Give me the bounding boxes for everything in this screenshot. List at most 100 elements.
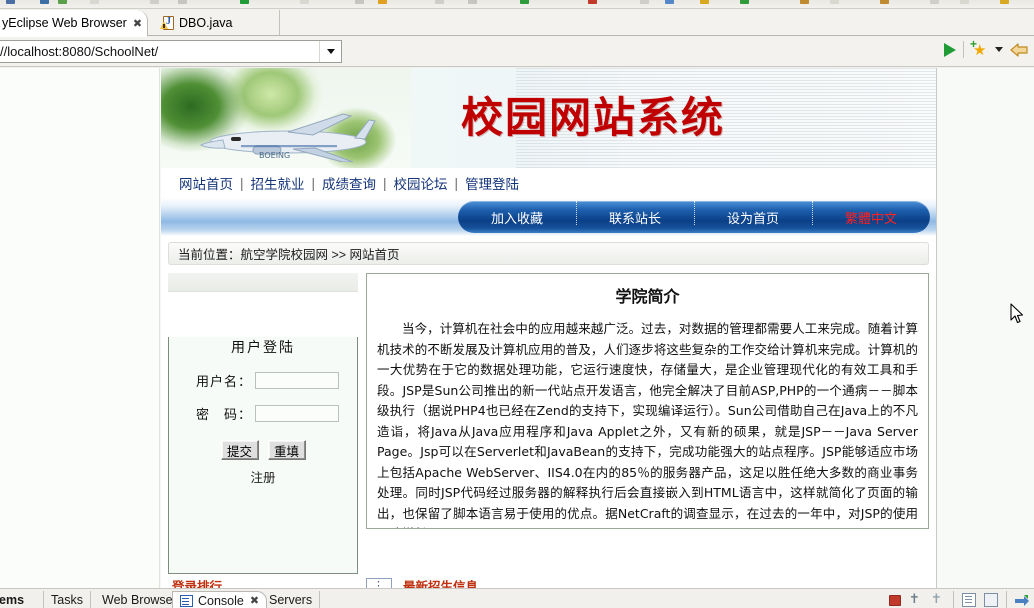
toolbar-icon[interactable] xyxy=(960,0,969,4)
toolbar-icon[interactable] xyxy=(90,0,99,4)
toolbar-icon[interactable] xyxy=(665,0,674,4)
register-link[interactable]: 注册 xyxy=(169,467,357,486)
divider xyxy=(953,591,954,608)
remove-all-terminated-icon[interactable]: ✝ xyxy=(931,592,945,607)
nav-item-home[interactable]: 网站首页 xyxy=(179,173,233,193)
console-toolbar: ✝ ✝ xyxy=(889,591,1030,608)
tab-web-browser[interactable]: yEclipse Web Browser ✖ xyxy=(0,10,148,37)
login-title: 用户登陆 xyxy=(231,340,295,356)
toolbar-icon[interactable] xyxy=(58,0,67,4)
toolbar-icon[interactable] xyxy=(468,0,477,4)
toolbar-icon[interactable] xyxy=(40,0,49,4)
toolbar-icon[interactable] xyxy=(6,0,15,4)
address-bar-actions: ★ + xyxy=(944,38,1028,58)
lower-sections: 登录排行 ⋮ 最新招生信息 xyxy=(161,574,936,588)
school-website: BOEING 校园网站系统 网站首页 | 招生就业 | 成绩查询 | 校园论坛 … xyxy=(161,68,936,588)
submit-button[interactable]: 提交 xyxy=(220,440,259,460)
toolstrip-contact-admin[interactable]: 联系站长 xyxy=(576,200,694,227)
toolbar-icon[interactable] xyxy=(355,0,364,4)
display-selected-console-icon[interactable] xyxy=(962,592,976,607)
add-bookmark-star-icon[interactable]: ★ + xyxy=(970,38,988,58)
svg-text:BOEING: BOEING xyxy=(259,151,290,160)
toolbar-icon[interactable] xyxy=(830,0,839,4)
toolstrip-set-homepage[interactable]: 设为首页 xyxy=(694,200,812,227)
eclipse-ide-window: yEclipse Web Browser ✖ DBO.java //localh… xyxy=(0,0,1034,608)
close-icon[interactable]: ✖ xyxy=(250,594,259,607)
page-right-margin xyxy=(936,68,1034,588)
tab-console[interactable]: Console ✖ xyxy=(172,591,268,608)
java-file-warning-icon xyxy=(160,15,174,31)
nav-separator: | xyxy=(240,175,244,191)
toolstrip-traditional-chinese[interactable]: 繁體中文 xyxy=(812,200,930,227)
tab-label: Web Browser xyxy=(102,593,177,607)
nav-item-admin-login[interactable]: 管理登陆 xyxy=(465,173,519,193)
article-panel: 学院简介 当今，计算机在社会中的应用越来越广泛。过去，对数据的管理都需要人工来完… xyxy=(366,273,929,529)
nav-item-grades[interactable]: 成绩查询 xyxy=(322,173,376,193)
clear-console-icon[interactable]: ✝ xyxy=(909,592,923,607)
username-input[interactable] xyxy=(255,372,339,389)
page-left-margin xyxy=(0,68,160,588)
toolbar-icon[interactable] xyxy=(740,0,749,4)
go-play-icon[interactable] xyxy=(944,42,956,57)
nav-separator: | xyxy=(383,175,387,191)
site-title: 校园网站系统 xyxy=(461,93,726,142)
divider xyxy=(963,41,964,58)
url-combobox[interactable]: //localhost:8080/SchoolNet/ xyxy=(0,40,342,63)
toolbar-icon[interactable] xyxy=(640,0,649,4)
reset-button[interactable]: 重填 xyxy=(267,440,306,460)
lower-right-section: ⋮ 最新招生信息 xyxy=(366,576,929,588)
browser-address-bar: //localhost:8080/SchoolNet/ ★ + xyxy=(0,37,1034,67)
tab-label: yEclipse Web Browser xyxy=(2,16,127,30)
lower-left-section: 登录排行 xyxy=(168,576,358,588)
close-icon[interactable]: ✖ xyxy=(133,17,142,30)
nav-separator: | xyxy=(454,175,459,191)
breadcrumb: 当前位置：航空学院校园网 >> 网站首页 xyxy=(168,242,929,265)
article-body: 当今，计算机在社会中的应用越来越广泛。过去，对数据的管理都需要人工来完成。随着计… xyxy=(377,321,918,528)
tab-label: Console xyxy=(198,593,244,608)
back-arrow-icon[interactable] xyxy=(1010,42,1028,58)
login-box-header xyxy=(168,273,358,292)
login-ranking-title: 登录排行 xyxy=(172,579,223,588)
toolbar-icon[interactable] xyxy=(1000,0,1009,4)
utility-toolstrip: 加入收藏 联系站长 设为首页 繁體中文 xyxy=(458,200,930,233)
tab-label: ems xyxy=(0,593,25,607)
pin-console-icon[interactable] xyxy=(1015,594,1030,606)
browser-viewport: BOEING 校园网站系统 网站首页 | 招生就业 | 成绩查询 | 校园论坛 … xyxy=(0,68,1034,588)
tab-dbo-java[interactable]: DBO.java xyxy=(152,10,280,36)
url-input[interactable]: //localhost:8080/SchoolNet/ xyxy=(0,44,319,59)
toolbar-icon[interactable] xyxy=(700,0,709,4)
username-row: 用户名： xyxy=(169,371,357,390)
console-icon xyxy=(180,594,193,607)
article-title: 学院简介 xyxy=(615,287,680,306)
password-input[interactable] xyxy=(255,405,339,422)
tab-servers[interactable]: Servers xyxy=(262,591,321,608)
toolbar-icon[interactable] xyxy=(800,0,809,4)
nav-item-forum[interactable]: 校园论坛 xyxy=(394,173,448,193)
nav-item-admissions[interactable]: 招生就业 xyxy=(251,173,305,193)
toolstrip-add-favorite[interactable]: 加入收藏 xyxy=(458,208,576,227)
site-banner: BOEING 校园网站系统 xyxy=(161,68,936,168)
divider xyxy=(1006,591,1007,608)
bookmark-menu-chevron-down-icon[interactable] xyxy=(995,47,1003,52)
main-toolbar-sliver xyxy=(0,0,1034,9)
login-panel: 用户登陆 用户名： 密 码： 提交 重填 注册 xyxy=(168,337,358,574)
toolbar-icon[interactable] xyxy=(150,0,159,4)
toolbar-icon[interactable] xyxy=(240,0,249,4)
toolbar-icon[interactable] xyxy=(588,0,597,4)
toolbar-icon[interactable] xyxy=(880,0,889,4)
toolbar-icon[interactable] xyxy=(300,0,309,4)
open-console-icon[interactable] xyxy=(984,592,998,607)
tab-problems[interactable]: ems xyxy=(0,591,44,608)
toolbar-icon[interactable] xyxy=(435,0,444,4)
tab-label: DBO.java xyxy=(179,16,233,30)
url-dropdown-button[interactable] xyxy=(319,41,341,62)
toolbar-icon[interactable] xyxy=(178,0,187,4)
toolbar-icon[interactable] xyxy=(930,0,939,4)
tab-tasks[interactable]: Tasks xyxy=(44,591,91,608)
username-label: 用户名： xyxy=(195,375,252,390)
toolbar-icon[interactable] xyxy=(520,0,529,4)
toolbar-icon[interactable] xyxy=(378,0,387,4)
editor-tab-row: yEclipse Web Browser ✖ DBO.java xyxy=(0,10,1034,37)
content-columns: 用户登陆 用户名： 密 码： 提交 重填 注册 学院简介 当今，计算机在社会中的… xyxy=(161,265,936,574)
stop-icon[interactable] xyxy=(889,594,901,606)
